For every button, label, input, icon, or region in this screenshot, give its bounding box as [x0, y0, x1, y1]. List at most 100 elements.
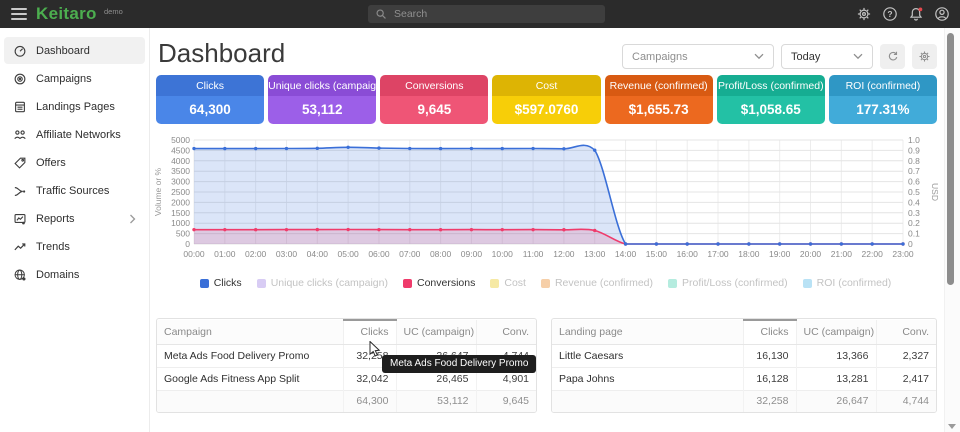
menu-toggle-icon[interactable]	[11, 8, 27, 20]
totals-row: 64,30053,1129,645	[157, 390, 536, 412]
sidebar-item-label: Dashboard	[36, 45, 90, 57]
legend-item-revenue-confirmed[interactable]: Revenue (confirmed)	[541, 277, 653, 289]
svg-text:09:00: 09:00	[461, 249, 483, 259]
legend-item-roi-confirmed[interactable]: ROI (confirmed)	[803, 277, 892, 289]
stat-card-value: $1,655.73	[605, 96, 713, 124]
stat-card-label: Unique clicks (campaign)	[268, 75, 376, 96]
column-header-uc-campaign[interactable]: UC (campaign)	[396, 320, 476, 344]
search-input[interactable]	[392, 7, 598, 21]
svg-text:21:00: 21:00	[831, 249, 853, 259]
column-header-campaign[interactable]: Campaign	[157, 320, 343, 344]
summary-tables: CampaignClicksUC (campaign)Conv.Meta Ads…	[156, 318, 937, 413]
total-cell: 32,258	[743, 390, 796, 412]
sidebar-item-label: Affiliate Networks	[36, 129, 121, 141]
stat-card-profit-loss-confirmed[interactable]: Profit/Loss (confirmed)$1,058.65	[717, 75, 825, 124]
row-name-cell[interactable]: Papa Johns	[552, 367, 743, 390]
svg-text:3000: 3000	[171, 177, 190, 187]
column-header-conv[interactable]: Conv.	[476, 320, 536, 344]
campaigns-filter-select[interactable]: Campaigns	[622, 44, 774, 69]
svg-text:0.4: 0.4	[908, 197, 920, 207]
dashboard-settings-button[interactable]	[912, 44, 937, 69]
sidebar-item-trends[interactable]: Trends	[4, 233, 145, 260]
global-search[interactable]	[368, 5, 605, 23]
column-header-clicks[interactable]: Clicks	[343, 320, 396, 344]
svg-text:10:00: 10:00	[492, 249, 514, 259]
legend-item-cost[interactable]: Cost	[490, 277, 526, 289]
stat-card-label: Profit/Loss (confirmed)	[717, 75, 825, 96]
sidebar-item-domains[interactable]: Domains	[4, 261, 145, 288]
svg-text:00:00: 00:00	[183, 249, 205, 259]
svg-text:Volume or %: Volume or %	[153, 167, 163, 216]
legend-item-unique-clicks-campaign[interactable]: Unique clicks (campaign)	[257, 277, 388, 289]
stat-card-cost[interactable]: Cost$597.0760	[492, 75, 600, 124]
svg-text:1000: 1000	[171, 218, 190, 228]
svg-text:22:00: 22:00	[862, 249, 884, 259]
svg-text:500: 500	[176, 229, 190, 239]
row-name-cell[interactable]: Google Ads Fitness App Split	[157, 367, 343, 390]
chevron-down-icon	[754, 53, 764, 60]
report-icon	[13, 212, 27, 226]
refresh-icon	[886, 50, 899, 63]
value-cell: 13,366	[796, 344, 876, 367]
legend-label: ROI (confirmed)	[817, 277, 892, 289]
sidebar-item-offers[interactable]: Offers	[4, 149, 145, 176]
legend-item-profit-loss-confirmed[interactable]: Profit/Loss (confirmed)	[668, 277, 788, 289]
stat-card-conversions[interactable]: Conversions9,645	[380, 75, 488, 124]
traffic-chart: 00:0001:0002:0003:0004:0005:0006:0007:00…	[150, 134, 941, 268]
row-name-cell[interactable]: Meta Ads Food Delivery Promo	[157, 344, 343, 367]
svg-text:20:00: 20:00	[800, 249, 822, 259]
value-cell: 13,281	[796, 367, 876, 390]
sidebar-item-campaigns[interactable]: Campaigns	[4, 65, 145, 92]
sidebar-item-label: Domains	[36, 269, 79, 281]
stat-card-revenue-confirmed[interactable]: Revenue (confirmed)$1,655.73	[605, 75, 713, 124]
legend-label: Revenue (confirmed)	[555, 277, 653, 289]
legend-item-clicks[interactable]: Clicks	[200, 277, 242, 289]
header-controls: Campaigns Today	[622, 44, 937, 69]
logo-demo-badge: demo	[104, 7, 123, 16]
legend-item-conversions[interactable]: Conversions	[403, 277, 475, 289]
tag-icon	[13, 156, 27, 170]
column-header-uc-campaign[interactable]: UC (campaign)	[796, 320, 876, 344]
search-icon	[375, 8, 387, 20]
landing-pages-table: Landing pageClicksUC (campaign)Conv.Litt…	[552, 319, 936, 412]
stat-card-value: $597.0760	[492, 96, 600, 124]
sidebar-item-landings-pages[interactable]: Landings Pages	[4, 93, 145, 120]
svg-text:0.7: 0.7	[908, 166, 920, 176]
column-header-conv[interactable]: Conv.	[876, 320, 936, 344]
row-name-cell[interactable]: Little Caesars	[552, 344, 743, 367]
column-header-landing-page[interactable]: Landing page	[552, 320, 743, 344]
main-content: Dashboard Campaigns Today	[150, 28, 941, 432]
table-row[interactable]: Little Caesars16,13013,3662,327	[552, 344, 936, 367]
account-icon[interactable]	[933, 6, 950, 23]
svg-text:0.6: 0.6	[908, 177, 920, 187]
refresh-button[interactable]	[880, 44, 905, 69]
svg-text:11:00: 11:00	[523, 249, 544, 259]
date-range-value: Today	[791, 51, 820, 63]
sidebar-item-dashboard[interactable]: Dashboard	[4, 37, 145, 64]
svg-text:01:00: 01:00	[214, 249, 236, 259]
sidebar-item-reports[interactable]: Reports	[4, 205, 145, 232]
stat-card-label: ROI (confirmed)	[829, 75, 937, 96]
notifications-icon[interactable]	[907, 6, 924, 23]
sidebar-item-traffic-sources[interactable]: Traffic Sources	[4, 177, 145, 204]
svg-text:04:00: 04:00	[307, 249, 329, 259]
app-logo[interactable]: Keitaro	[36, 4, 97, 24]
svg-text:19:00: 19:00	[769, 249, 791, 259]
total-cell: 53,112	[396, 390, 476, 412]
table-row[interactable]: Papa Johns16,12813,2812,417	[552, 367, 936, 390]
stat-card-clicks[interactable]: Clicks64,300	[156, 75, 264, 124]
svg-text:08:00: 08:00	[430, 249, 452, 259]
settings-icon[interactable]	[855, 6, 872, 23]
sidebar-item-affiliate-networks[interactable]: Affiliate Networks	[4, 121, 145, 148]
value-cell: 16,128	[743, 367, 796, 390]
date-range-select[interactable]: Today	[781, 44, 873, 69]
svg-text:2500: 2500	[171, 187, 190, 197]
sidebar-item-label: Trends	[36, 241, 70, 253]
column-header-clicks[interactable]: Clicks	[743, 320, 796, 344]
scrollbar-thumb[interactable]	[947, 33, 954, 285]
help-icon[interactable]: ?	[881, 6, 898, 23]
scrollbar-down-arrow-icon[interactable]	[948, 424, 956, 429]
stat-card-roi-confirmed[interactable]: ROI (confirmed)177.31%	[829, 75, 937, 124]
stat-card-unique-clicks-campaign[interactable]: Unique clicks (campaign)53,112	[268, 75, 376, 124]
page-icon	[13, 100, 27, 114]
